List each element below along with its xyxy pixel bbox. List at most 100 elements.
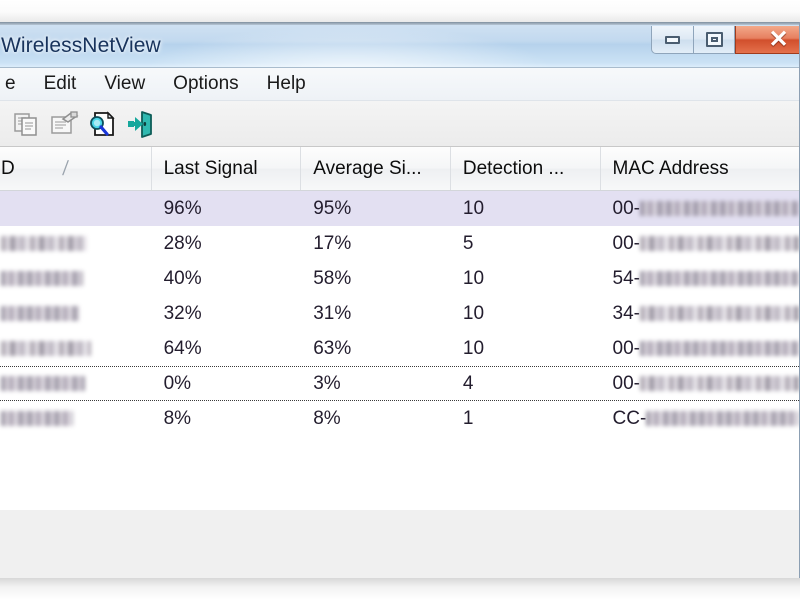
minimize-button[interactable] — [651, 26, 693, 54]
find-icon — [86, 109, 118, 139]
cell-ssid — [0, 261, 152, 296]
cell-last-signal: 40% — [152, 261, 302, 296]
redacted-mac-address — [640, 201, 799, 216]
cell-last-signal: 96% — [152, 191, 302, 226]
cell-mac-address: 54- — [601, 261, 799, 296]
cell-detection-counter: 10 — [451, 191, 601, 226]
cell-last-signal: 8% — [152, 401, 302, 436]
network-list: D / Last Signal Average Si... Detection … — [0, 147, 799, 510]
cell-last-signal: 28% — [152, 226, 302, 261]
redacted-mac-address — [646, 411, 799, 426]
wirelessnetview-window: WirelessNetView ✕ e Edit View Options He… — [0, 22, 800, 578]
close-button[interactable]: ✕ — [735, 26, 799, 54]
title-bar-sheen — [139, 25, 559, 67]
menu-item-edit[interactable]: Edit — [30, 71, 91, 97]
mac-prefix: 00- — [613, 198, 640, 220]
redacted-mac-address — [640, 341, 799, 356]
redacted-ssid — [1, 271, 83, 286]
desktop-background-bottom — [0, 578, 800, 600]
mac-prefix: 00- — [613, 373, 640, 395]
mac-prefix: 54- — [613, 268, 640, 290]
table-row[interactable]: 0%3%4 00- — [0, 366, 799, 401]
properties-button[interactable] — [45, 105, 83, 143]
cell-ssid — [0, 401, 152, 436]
redacted-ssid — [1, 306, 79, 321]
mac-prefix: 34- — [613, 303, 640, 325]
mac-prefix: 00- — [613, 338, 640, 360]
cell-ssid — [0, 331, 152, 366]
menu-item-file[interactable]: e — [0, 71, 30, 97]
title-bar[interactable]: WirelessNetView ✕ — [0, 25, 799, 68]
cell-ssid — [0, 191, 152, 226]
redacted-ssid — [1, 341, 91, 356]
redacted-ssid — [1, 376, 85, 391]
sort-ascending-icon: / — [61, 156, 69, 181]
table-row[interactable]: 64%63%1000- — [0, 331, 799, 366]
redacted-mac-address — [640, 271, 799, 286]
maximize-button[interactable] — [693, 26, 735, 54]
menu-item-view[interactable]: View — [90, 71, 159, 97]
cell-mac-address: 00- — [601, 226, 799, 261]
redacted-mac-address — [640, 306, 799, 321]
exit-button[interactable] — [121, 105, 159, 143]
find-button[interactable] — [83, 105, 121, 143]
column-header-ssid[interactable]: D / — [0, 147, 152, 190]
cell-mac-address: 00- — [601, 367, 799, 400]
save-button[interactable] — [0, 105, 7, 143]
cell-detection-counter: 10 — [451, 261, 601, 296]
properties-icon — [48, 109, 80, 139]
copy-button[interactable] — [7, 105, 45, 143]
column-header-mac-address[interactable]: MAC Address — [601, 147, 799, 190]
cell-mac-address: 00- — [601, 331, 799, 366]
menu-item-help[interactable]: Help — [253, 71, 320, 97]
table-row[interactable]: 28%17%5 00- — [0, 226, 799, 261]
cell-detection-counter: 5 — [451, 226, 601, 261]
cell-average-signal: 3% — [301, 367, 451, 400]
column-header-ssid-label: D — [1, 158, 15, 180]
table-row[interactable]: 8%8%1CC- — [0, 401, 799, 436]
cell-mac-address: CC- — [601, 401, 799, 436]
window-title: WirelessNetView — [1, 34, 161, 58]
cell-average-signal: 31% — [301, 296, 451, 331]
table-row[interactable]: 96%95%10 00- — [0, 191, 799, 226]
cell-mac-address: 34- — [601, 296, 799, 331]
cell-detection-counter: 1 — [451, 401, 601, 436]
cell-ssid — [0, 296, 152, 331]
window-controls: ✕ — [651, 26, 799, 56]
column-header-last-signal[interactable]: Last Signal — [152, 147, 302, 190]
minimize-icon — [665, 36, 680, 44]
cell-detection-counter: 10 — [451, 331, 601, 366]
column-header-average-signal[interactable]: Average Si... — [301, 147, 451, 190]
redacted-ssid — [1, 411, 73, 426]
cell-detection-counter: 4 — [451, 367, 601, 400]
redacted-mac-address — [640, 376, 799, 391]
close-icon: ✕ — [768, 28, 788, 52]
menu-item-options[interactable]: Options — [159, 71, 252, 97]
cell-last-signal: 0% — [152, 367, 302, 400]
cell-average-signal: 63% — [301, 331, 451, 366]
cell-mac-address: 00- — [601, 191, 799, 226]
table-row[interactable]: 32%31%10 34- — [0, 296, 799, 331]
redacted-mac-address — [640, 236, 799, 251]
menu-bar: e Edit View Options Help — [0, 68, 799, 101]
cell-last-signal: 32% — [152, 296, 302, 331]
cell-ssid — [0, 226, 152, 261]
cell-average-signal: 58% — [301, 261, 451, 296]
screen: WirelessNetView ✕ e Edit View Options He… — [0, 0, 800, 600]
column-header-detection[interactable]: Detection ... — [451, 147, 601, 190]
table-header: D / Last Signal Average Si... Detection … — [0, 147, 799, 191]
toolbar — [0, 101, 799, 147]
cell-average-signal: 8% — [301, 401, 451, 436]
cell-average-signal: 17% — [301, 226, 451, 261]
copy-icon — [11, 109, 41, 139]
table-body: 96%95%1000-28%17%500-40%58%1054-32%31%10… — [0, 191, 799, 436]
mac-prefix: 00- — [613, 233, 640, 255]
cell-average-signal: 95% — [301, 191, 451, 226]
exit-icon — [124, 109, 156, 139]
mac-prefix: CC- — [613, 408, 647, 430]
cell-ssid — [0, 367, 152, 400]
desktop-background-top — [0, 0, 800, 22]
maximize-icon — [706, 32, 723, 47]
table-row[interactable]: 40%58%10 54- — [0, 261, 799, 296]
cell-detection-counter: 10 — [451, 296, 601, 331]
